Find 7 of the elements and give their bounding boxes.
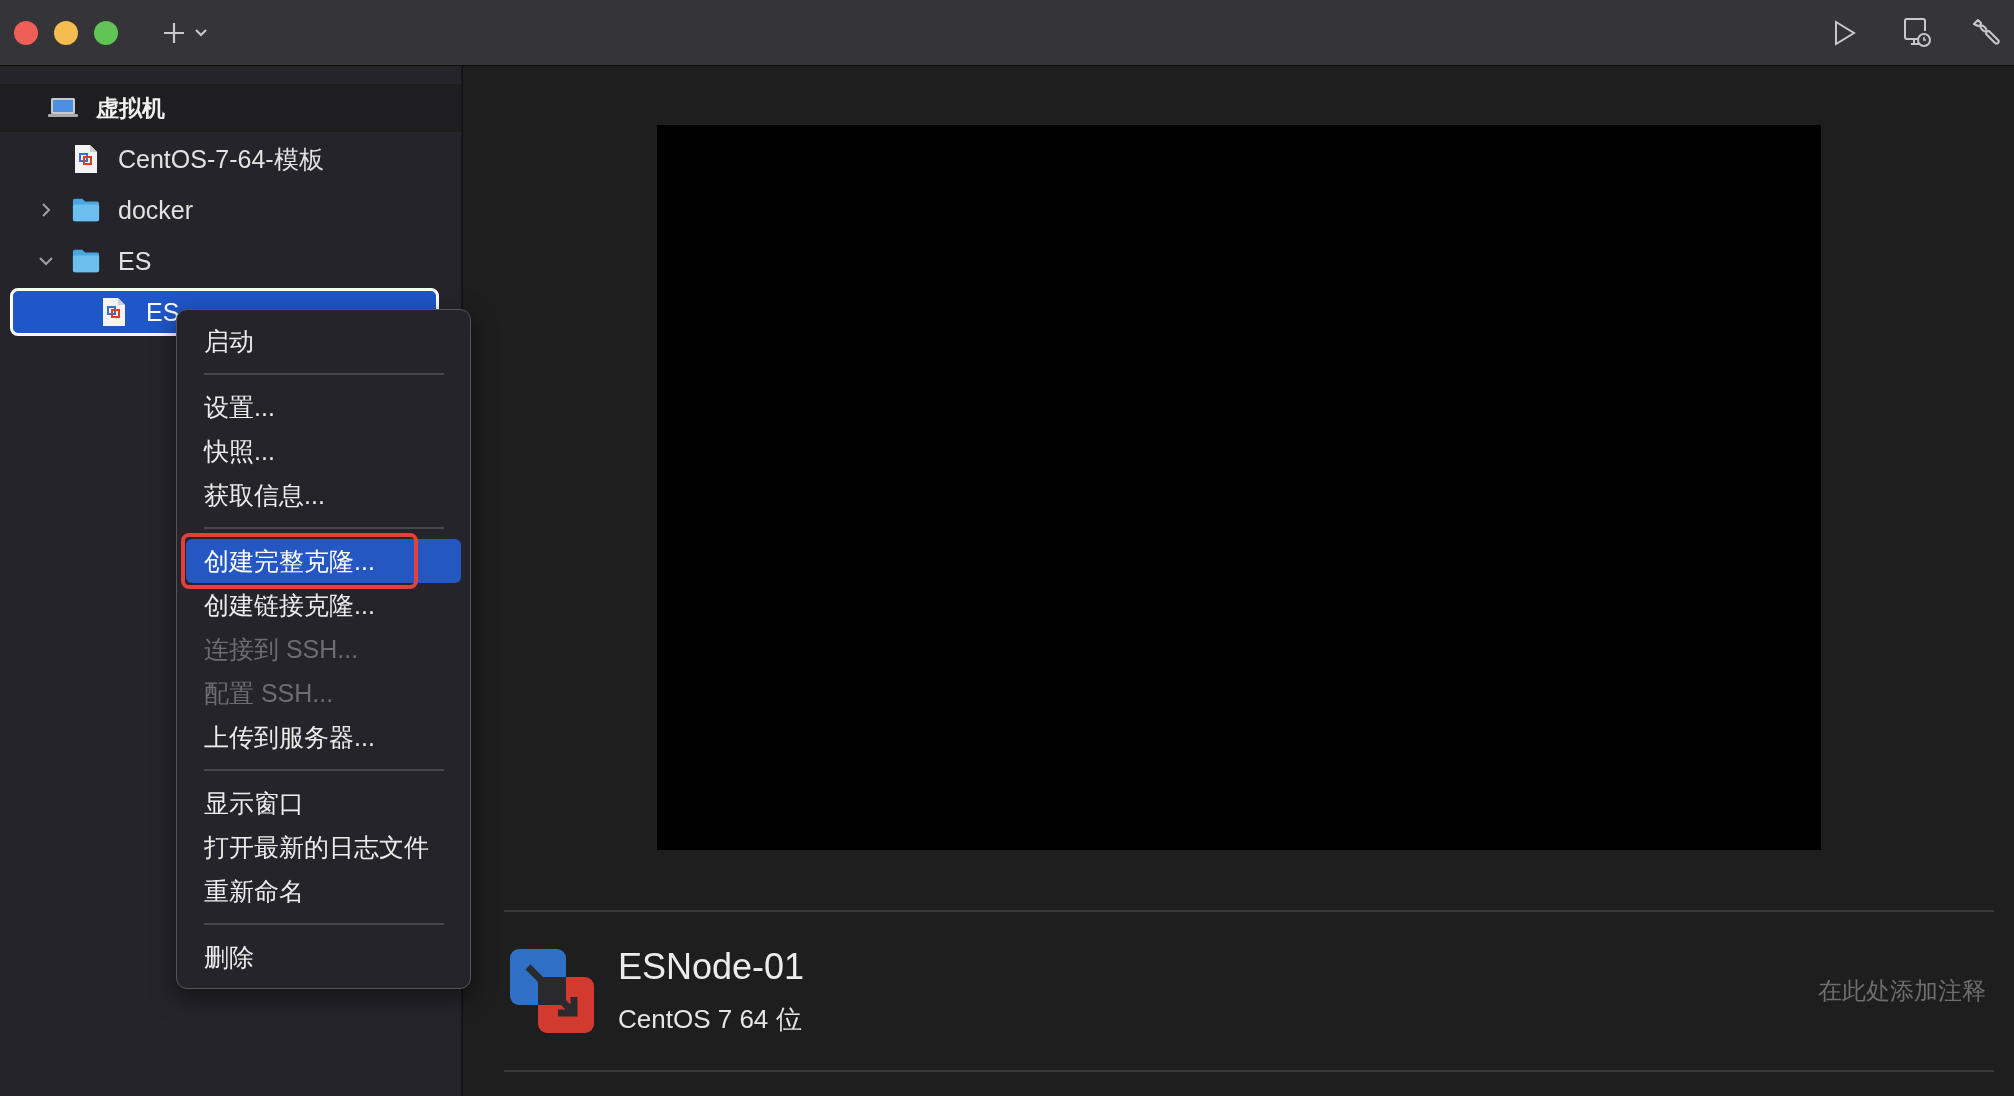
item-label: docker <box>118 195 194 225</box>
item-label: ES <box>118 246 152 276</box>
sidebar-header: 虚拟机 <box>96 93 165 123</box>
item-label: CentOS-7-64-模板 <box>118 143 324 175</box>
item-label: ES <box>146 297 180 327</box>
vm-os: CentOS 7 64 位 <box>618 1002 803 1036</box>
vm-name: ESNode-01 <box>618 945 806 988</box>
